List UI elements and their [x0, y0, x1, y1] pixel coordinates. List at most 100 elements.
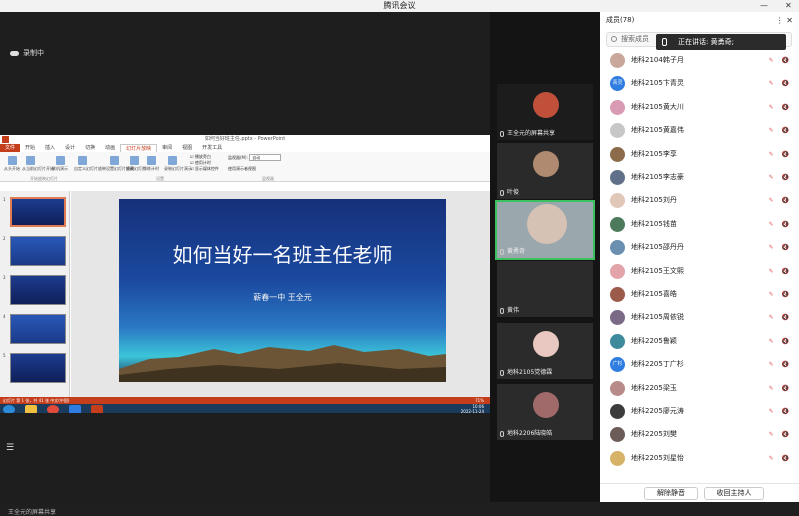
- ribbon-button-icon[interactable]: [56, 156, 65, 165]
- muted-mic-icon[interactable]: ✎ 🔇: [769, 283, 792, 306]
- ppt-tab[interactable]: 切换: [80, 144, 100, 152]
- member-row[interactable]: 地科2105刘丹 ✎ 🔇: [600, 189, 799, 212]
- ribbon-button-icon[interactable]: [8, 156, 17, 165]
- member-row[interactable]: 地科2105钱苗 ✎ 🔇: [600, 213, 799, 236]
- mic-icon: [500, 307, 504, 314]
- member-row[interactable]: 地科2105李志豪 ✎ 🔇: [600, 166, 799, 189]
- ppt-tab[interactable]: 开始: [20, 144, 40, 152]
- member-row[interactable]: 地科2105邵丹丹 ✎ 🔇: [600, 236, 799, 259]
- ribbon-checkbox[interactable]: ☑ 显示媒体控件: [190, 166, 219, 172]
- tile-name-label: 地科2206陆晓皓: [500, 428, 552, 437]
- ribbon-button-icon[interactable]: [78, 156, 87, 165]
- member-row[interactable]: 地科2105黄大川 ✎ 🔇: [600, 96, 799, 119]
- slide-number: 2: [3, 236, 6, 241]
- muted-mic-icon[interactable]: ✎ 🔇: [769, 353, 792, 376]
- muted-mic-icon[interactable]: ✎ 🔇: [769, 400, 792, 423]
- powerpoint-task-icon[interactable]: [91, 405, 103, 413]
- chrome-icon[interactable]: [47, 405, 59, 413]
- minimize-button[interactable]: —: [760, 0, 768, 12]
- member-row[interactable]: 地科2105黄嘉伟 ✎ 🔇: [600, 119, 799, 142]
- muted-mic-icon[interactable]: ✎ 🔇: [769, 213, 792, 236]
- participant-avatar: [533, 331, 559, 357]
- member-row[interactable]: 地科2205梁玉 ✎ 🔇: [600, 377, 799, 400]
- video-tile[interactable]: 地科2206陆晓皓: [497, 384, 593, 440]
- ppt-tab[interactable]: 开发工具: [197, 144, 227, 152]
- muted-mic-icon[interactable]: ✎ 🔇: [769, 96, 792, 119]
- video-tile[interactable]: 地科2105党德霖: [497, 323, 593, 379]
- slide-thumbnail[interactable]: [10, 197, 66, 227]
- ribbon-button-icon[interactable]: [110, 156, 119, 165]
- member-row[interactable]: 地科2205鲁颖 ✎ 🔇: [600, 330, 799, 353]
- ribbon-button-icon[interactable]: [26, 156, 35, 165]
- member-name: 地科2105喜皓: [631, 290, 677, 298]
- member-row[interactable]: 地科2105王文熙 ✎ 🔇: [600, 260, 799, 283]
- ribbon-button-label[interactable]: 从头开始: [4, 166, 20, 172]
- ppt-ribbon: ☑ 播放旁白 ☑ 使用计时 ☑ 显示媒体控件 监视器(M): 自动 使用演示者视图 …: [0, 152, 490, 182]
- member-row[interactable]: 广杉 地科2205丁广杉 ✎ 🔇: [600, 353, 799, 376]
- muted-mic-icon[interactable]: ✎ 🔇: [769, 306, 792, 329]
- ribbon-button-label[interactable]: 自定义幻灯片放映: [74, 166, 106, 172]
- ribbon-button-label[interactable]: 从当前幻灯片开始: [22, 166, 54, 172]
- member-row[interactable]: 青灵 地科2105卞青灵 ✎ 🔇: [600, 72, 799, 95]
- ribbon-button-label[interactable]: 录制幻灯片演示: [164, 166, 192, 172]
- ribbon-button-icon[interactable]: [147, 156, 156, 165]
- ppt-tab[interactable]: 幻灯片放映: [120, 144, 158, 152]
- video-tile[interactable]: 叶俊: [497, 143, 593, 199]
- muted-mic-icon[interactable]: ✎ 🔇: [769, 72, 792, 95]
- video-tile[interactable]: 黄勇奇: [495, 200, 595, 260]
- muted-mic-icon[interactable]: ✎ 🔇: [769, 189, 792, 212]
- ppt-tab[interactable]: 审阅: [157, 144, 177, 152]
- muted-mic-icon[interactable]: ✎ 🔇: [769, 377, 792, 400]
- tile-name-label: 黄伟: [500, 305, 519, 314]
- panel-controls-icon[interactable]: ⋮ ✕: [776, 12, 793, 29]
- close-button[interactable]: ✕: [785, 0, 792, 12]
- slide-thumbnail[interactable]: [10, 353, 66, 383]
- reclaim-host-button[interactable]: 收回主持人: [704, 487, 764, 500]
- slide-thumbnail[interactable]: [10, 275, 66, 305]
- muted-mic-icon[interactable]: ✎ 🔇: [769, 49, 792, 72]
- current-slide[interactable]: 如何当好一名班主任老师 蕲春一中 王全元: [119, 199, 446, 382]
- member-row[interactable]: 地科2105李享 ✎ 🔇: [600, 143, 799, 166]
- muted-mic-icon[interactable]: ✎ 🔇: [769, 143, 792, 166]
- muted-mic-icon[interactable]: ✎ 🔇: [769, 166, 792, 189]
- explorer-icon[interactable]: [25, 405, 37, 413]
- presenter-view-check[interactable]: 使用演示者视图: [228, 166, 256, 172]
- ribbon-button-icon[interactable]: [168, 156, 177, 165]
- muted-mic-icon[interactable]: ✎ 🔇: [769, 260, 792, 283]
- group-label-monitor: 监视器: [262, 176, 274, 181]
- member-row[interactable]: 地科2205刘樊 ✎ 🔇: [600, 423, 799, 446]
- slide-thumbnail[interactable]: [10, 236, 66, 266]
- member-row[interactable]: 地科2104韩子月 ✎ 🔇: [600, 49, 799, 72]
- member-row[interactable]: 地科2105喜皓 ✎ 🔇: [600, 283, 799, 306]
- ppt-tab[interactable]: 文件: [0, 144, 21, 152]
- member-row[interactable]: 地科2205廖元涛 ✎ 🔇: [600, 400, 799, 423]
- muted-mic-icon[interactable]: ✎ 🔇: [769, 330, 792, 353]
- participant-name: 地科2206陆晓皓: [507, 430, 553, 437]
- ribbon-button-icon[interactable]: [130, 156, 139, 165]
- video-tile[interactable]: 王全元的屏幕共享: [497, 84, 593, 140]
- member-row[interactable]: 地科2205刘星怡 ✎ 🔇: [600, 447, 799, 470]
- muted-mic-icon[interactable]: ✎ 🔇: [769, 423, 792, 446]
- ribbon-button-label[interactable]: 排练计时: [143, 166, 159, 172]
- monitor-setting[interactable]: 监视器(M): 自动: [228, 154, 282, 161]
- unmute-all-button[interactable]: 解除静音: [644, 487, 698, 500]
- muted-mic-icon[interactable]: ✎ 🔇: [769, 119, 792, 142]
- tencent-meeting-icon[interactable]: [69, 405, 81, 413]
- participant-name: 叶俊: [507, 189, 520, 196]
- start-icon[interactable]: [3, 405, 15, 413]
- ppt-tab[interactable]: 设计: [60, 144, 80, 152]
- monitor-select[interactable]: 自动: [249, 154, 282, 161]
- video-tile[interactable]: 黄伟: [497, 261, 593, 317]
- zoom-level[interactable]: 71%: [475, 397, 484, 404]
- recording-indicator[interactable]: 录制中: [10, 48, 44, 58]
- muted-mic-icon[interactable]: ✎ 🔇: [769, 236, 792, 259]
- list-view-icon[interactable]: ☰: [6, 443, 14, 453]
- ppt-tab[interactable]: 视图: [177, 144, 197, 152]
- ppt-tab[interactable]: 动画: [100, 144, 120, 152]
- ppt-tab[interactable]: 插入: [40, 144, 60, 152]
- slide-thumbnail[interactable]: [10, 314, 66, 344]
- member-name: 地科2205刘樊: [631, 430, 677, 439]
- member-row[interactable]: 地科2105周依锐 ✎ 🔇: [600, 306, 799, 329]
- muted-mic-icon[interactable]: ✎ 🔇: [769, 447, 792, 470]
- ribbon-button-label[interactable]: 联机演示: [52, 166, 68, 172]
